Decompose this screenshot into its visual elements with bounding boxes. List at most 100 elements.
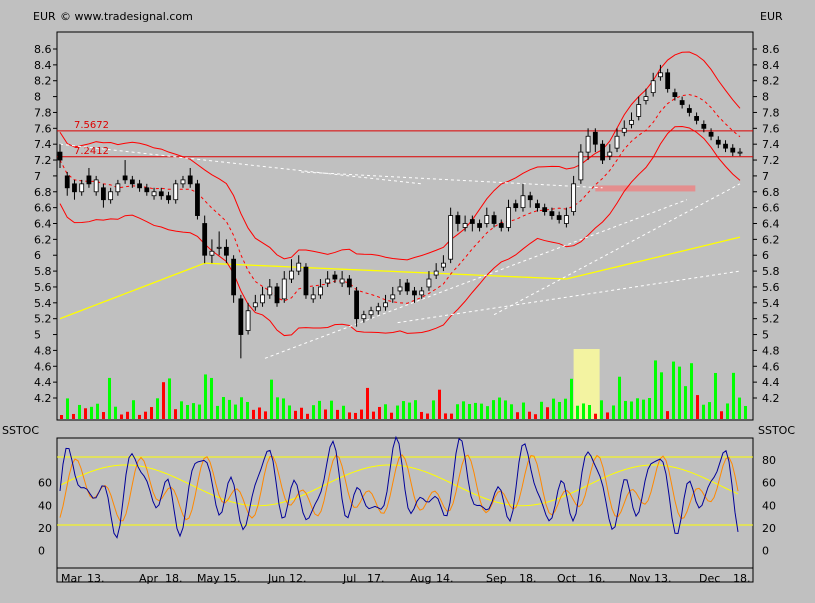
price-y-label-right: 8.2 <box>762 75 780 88</box>
candle-body <box>310 294 316 300</box>
price-y-label-left: 6.8 <box>34 186 52 199</box>
candle-body <box>231 258 237 296</box>
price-y-label-right: 7 <box>762 170 769 183</box>
price-y-label-right: 5.2 <box>762 313 780 326</box>
volume-bar <box>264 411 267 419</box>
candle-body <box>202 223 208 256</box>
volume-bar <box>744 405 747 419</box>
volume-bar <box>534 414 537 419</box>
volume-bar <box>258 407 261 419</box>
volume-bar <box>432 400 435 419</box>
price-y-label-right: 5 <box>762 329 769 342</box>
volume-bar <box>540 401 543 419</box>
volume-bar <box>648 398 651 419</box>
volume-bar <box>516 412 519 419</box>
volume-bar <box>126 411 129 419</box>
candle-body <box>469 219 475 224</box>
candle-body <box>72 183 77 193</box>
volume-bar <box>696 395 699 419</box>
volume-bar <box>702 404 705 419</box>
price-y-label-left: 4.2 <box>34 392 52 405</box>
candle-body <box>498 223 504 228</box>
volume-bar <box>228 399 231 419</box>
volume-bar <box>576 405 579 419</box>
volume-bar <box>420 411 423 419</box>
x-axis-label: Oct <box>557 572 577 585</box>
price-y-label-right: 5.8 <box>762 265 780 278</box>
candle-body <box>318 286 323 296</box>
price-y-label-right: 7.2 <box>762 154 780 167</box>
candle-body <box>238 298 244 335</box>
price-y-label-right: 8.6 <box>762 43 780 56</box>
price-y-label-right: 5.6 <box>762 281 780 294</box>
price-y-label-left: 5.8 <box>34 265 52 278</box>
price-y-label-right: 7.4 <box>762 138 780 151</box>
price-chart: EUR © www.tradesignal.com EUR SSTOC SSTO… <box>2 10 795 585</box>
candle-body <box>64 175 70 189</box>
candle-body <box>93 179 99 193</box>
candle-body <box>426 278 432 288</box>
candle-body <box>101 187 106 201</box>
price-y-label-right: 8 <box>762 91 769 104</box>
candle-body <box>658 72 663 78</box>
stoch-y-label-right: 60 <box>762 477 776 490</box>
price-y-label-right: 6.8 <box>762 186 780 199</box>
volume-bar <box>456 404 459 419</box>
candle-body <box>506 207 511 228</box>
candle-body <box>252 302 258 308</box>
volume-bar <box>162 382 165 419</box>
volume-bar <box>240 397 243 419</box>
candle-body <box>433 270 439 276</box>
volume-bar <box>630 401 633 419</box>
volume-bar <box>444 413 447 419</box>
candle-body <box>404 282 410 292</box>
volume-bar <box>588 404 591 419</box>
price-y-label-left: 4.8 <box>34 344 52 357</box>
candle-body <box>520 195 526 209</box>
volume-bar <box>324 409 327 419</box>
candle-body <box>354 290 359 320</box>
x-axis-label: Apr <box>139 572 159 585</box>
volume-bar <box>174 409 177 419</box>
volume-bar <box>294 410 297 419</box>
volume-bar <box>144 411 147 419</box>
candle-body <box>187 175 193 185</box>
candle-body <box>614 135 620 149</box>
volume-bar <box>90 406 93 419</box>
candle-body <box>542 207 548 213</box>
candle-body <box>158 191 164 197</box>
price-y-label-right: 4.2 <box>762 392 780 405</box>
volume-bar <box>528 411 531 419</box>
candle-body <box>549 211 555 216</box>
volume-bar <box>270 379 273 419</box>
volume-bar <box>348 412 351 419</box>
candle-body <box>296 262 302 272</box>
price-y-label-right: 7.6 <box>762 122 780 135</box>
price-y-label-left: 4.6 <box>34 360 52 373</box>
volume-bar <box>180 401 183 419</box>
volume-bar <box>354 412 357 419</box>
price-y-label-left: 8.4 <box>34 59 52 72</box>
candle-body <box>723 143 728 149</box>
stoch-y-label-right: 80 <box>762 454 776 467</box>
candle-body <box>556 215 562 220</box>
volume-bar <box>594 413 597 419</box>
volume-bar <box>312 405 315 419</box>
candle-body <box>390 294 396 300</box>
volume-bar <box>546 407 549 419</box>
volume-bar <box>216 405 219 419</box>
price-y-label-left: 6.6 <box>34 202 52 215</box>
volume-bar <box>654 360 657 419</box>
volume-bar <box>318 400 321 419</box>
volume-bar <box>462 401 465 419</box>
candle-body <box>629 119 634 125</box>
volume-bar <box>114 406 117 419</box>
candle-body <box>708 131 714 137</box>
volume-bar <box>342 405 345 419</box>
x-axis-label: 18. <box>165 572 183 585</box>
stoch-y-label-right: 20 <box>762 522 776 535</box>
volume-bar <box>468 403 471 419</box>
candle-body <box>607 151 613 157</box>
x-axis-label: May <box>197 572 220 585</box>
candle-body <box>368 310 374 316</box>
